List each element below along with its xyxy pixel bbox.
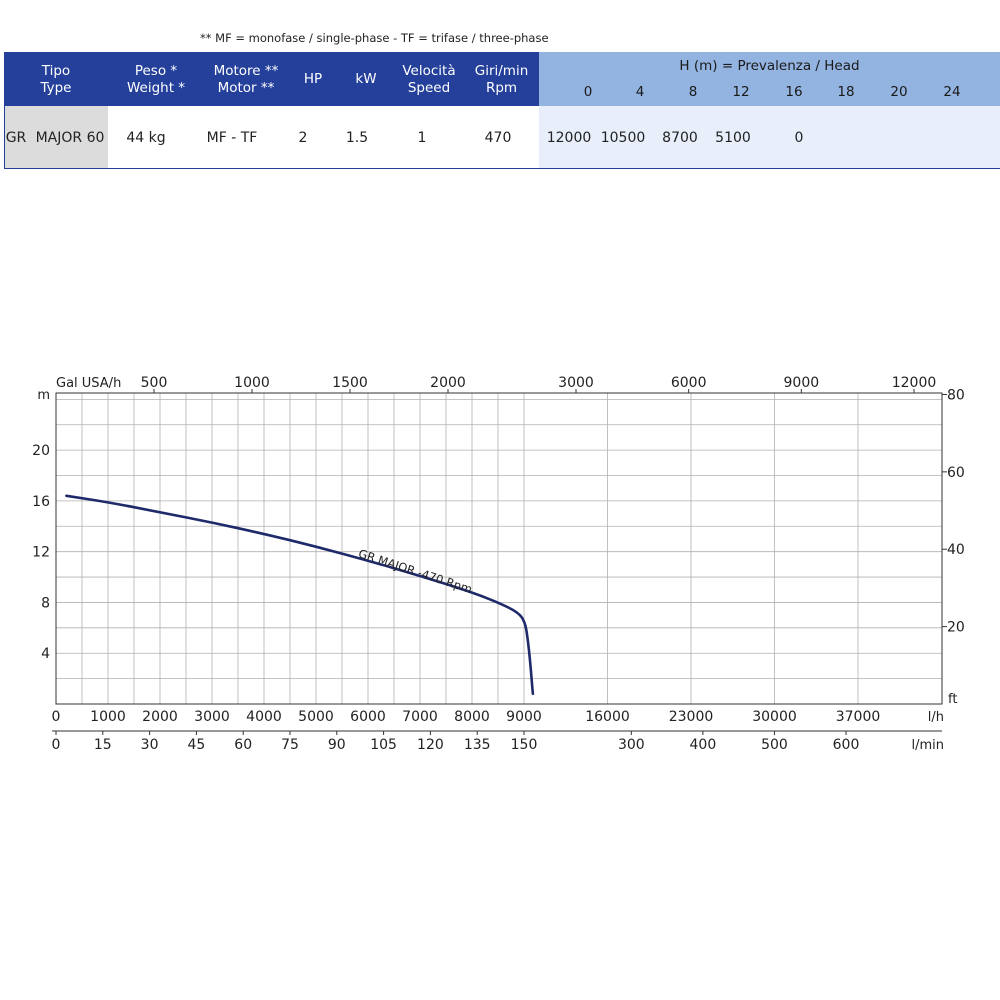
x-bottom-lh-unit: l/h — [928, 710, 944, 725]
x-bottom-lh-tick-label: 30000 — [752, 709, 797, 725]
x-bottom-lh-tick-label: 0 — [52, 709, 61, 725]
y-right-unit: ft — [948, 692, 957, 707]
head-title: H (m) = Prevalenza / Head — [679, 58, 860, 74]
phase-note: ** MF = monofase / single-phase - TF = t… — [200, 31, 549, 45]
y-left-tick-label: 4 — [41, 646, 50, 662]
x-lmin-tick-label: 30 — [141, 737, 159, 753]
header-hp: HP — [303, 71, 323, 87]
x-lmin-tick-label: 15 — [94, 737, 112, 753]
x-lmin-tick-label: 300 — [618, 737, 645, 753]
head-col-16: 16 — [785, 84, 803, 100]
y-left-tick-label: 16 — [32, 494, 50, 510]
x-lmin-tick-label: 600 — [833, 737, 860, 753]
curve-label: GR MAJOR -470 Rpm — [357, 546, 474, 596]
row-weight: 44 kg — [126, 130, 166, 146]
row-flow-h4: 10500 — [600, 130, 646, 146]
x-bottom-lh-tick-label: 3000 — [194, 709, 230, 725]
x-top-tick-label: 1500 — [332, 375, 368, 391]
head-col-4: 4 — [635, 84, 645, 100]
x-top-tick-label: 1000 — [234, 375, 270, 391]
header-rpm: Giri/min Rpm — [464, 63, 539, 97]
header-motor-it: Motore ** — [213, 63, 279, 79]
y-right-tick-label: 40 — [947, 542, 965, 558]
header-kw: kW — [355, 71, 377, 87]
x-top-tick-label: 3000 — [558, 375, 594, 391]
x-bottom-lh-tick-label: 7000 — [402, 709, 438, 725]
x-lmin-tick-label: 150 — [511, 737, 538, 753]
row-type: MAJOR 60 — [35, 130, 105, 146]
table-bottom-border — [4, 168, 1000, 169]
x-top-unit: Gal USA/h — [56, 376, 121, 391]
y-left-tick-label: 12 — [32, 545, 50, 561]
header-speed-it: Velocità — [402, 63, 456, 79]
pump-curve-svg: m4812162020406080ftGal USA/h 500 1000 1500 2… — [32, 375, 965, 753]
header-weight-it: Peso * — [134, 63, 178, 79]
x-lmin-tick-label: 90 — [328, 737, 346, 753]
x-bottom-lh-tick-label: 8000 — [454, 709, 490, 725]
x-bottom-lh-tick-label: 5000 — [298, 709, 334, 725]
x-lmin-tick-label: 105 — [370, 737, 397, 753]
row-hp: 2 — [298, 130, 308, 146]
row-prefix: GR — [5, 130, 27, 146]
pump-curve-line — [65, 494, 535, 696]
x-lmin-tick-label: 45 — [187, 737, 205, 753]
y-left-unit: m — [37, 388, 50, 403]
y-right-tick-label: 60 — [947, 465, 965, 481]
head-col-18: 18 — [837, 84, 855, 100]
plot-frame — [55, 392, 943, 705]
x-bottom-lh-tick-label: 4000 — [246, 709, 282, 725]
x-bottom-lh-tick-label: 23000 — [669, 709, 714, 725]
x-bottom-lh-tick-label: 37000 — [836, 709, 881, 725]
header-type-it: Tipo — [41, 63, 71, 79]
header-rpm-en: Rpm — [485, 80, 518, 96]
x-lmin-tick-label: 400 — [690, 737, 717, 753]
row-flow-h0: 12000 — [546, 130, 592, 146]
x-lmin-tick-label: 60 — [234, 737, 252, 753]
row-motor: MF - TF — [206, 130, 258, 146]
x-bottom-lh-tick-label: 16000 — [585, 709, 630, 725]
header-weight-en: Weight * — [126, 80, 186, 96]
head-col-0: 0 — [583, 84, 593, 100]
header-weight: Peso * Weight * — [108, 63, 204, 97]
row-speed: 1 — [417, 130, 427, 146]
x-bottom-lh-tick-label: 9000 — [506, 709, 542, 725]
x-top-tick-label: 12000 — [892, 375, 937, 391]
header-speed: Velocità Speed — [394, 63, 464, 97]
y-left-tick-label: 20 — [32, 443, 50, 459]
row-rpm: 470 — [484, 130, 512, 146]
row-flow-h12: 5100 — [715, 130, 751, 146]
x-lmin-tick-label: 135 — [464, 737, 491, 753]
y-right-tick-label: 20 — [947, 620, 965, 636]
x-lmin-tick-label: 500 — [761, 737, 788, 753]
x-bottom-lh-tick-label: 6000 — [350, 709, 386, 725]
pump-curve-chart: m 4 8 12 16 20 20 40 60 80 ft Gal USA/h 500 1000 1500 2… — [0, 360, 1000, 760]
row-flow-h8: 8700 — [662, 130, 698, 146]
header-type-en: Type — [40, 80, 72, 96]
x-lmin-tick-label: 75 — [281, 737, 299, 753]
x-bottom-lh-tick-label: 2000 — [142, 709, 178, 725]
x-top-tick-label: 500 — [141, 375, 168, 391]
x-top-tick-label: 6000 — [671, 375, 707, 391]
x-bottom-lh-tick-label: 1000 — [90, 709, 126, 725]
head-col-8: 8 — [688, 84, 698, 100]
row-kw: 1.5 — [345, 130, 369, 146]
y-right-tick-label: 80 — [947, 387, 965, 403]
header-motor-en: Motor ** — [217, 80, 275, 96]
header-speed-en: Speed — [407, 80, 451, 96]
header-rpm-it: Giri/min — [474, 63, 529, 79]
spec-table: Tipo Type Peso * Weight * Motore ** Moto… — [4, 52, 1000, 169]
x-lmin-unit: l/min — [911, 738, 944, 753]
head-col-20: 20 — [890, 84, 908, 100]
head-col-24: 24 — [943, 84, 961, 100]
header-motor: Motore ** Motor ** — [204, 63, 288, 97]
x-top-tick-label: 9000 — [784, 375, 820, 391]
x-lmin-tick-label: 0 — [52, 737, 61, 753]
row-flow-h16: 0 — [794, 130, 804, 146]
x-lmin-tick-label: 120 — [417, 737, 444, 753]
x-top-tick-label: 2000 — [430, 375, 466, 391]
y-left-tick-label: 8 — [41, 595, 50, 611]
head-col-12: 12 — [732, 84, 750, 100]
header-type: Tipo Type — [4, 63, 108, 97]
